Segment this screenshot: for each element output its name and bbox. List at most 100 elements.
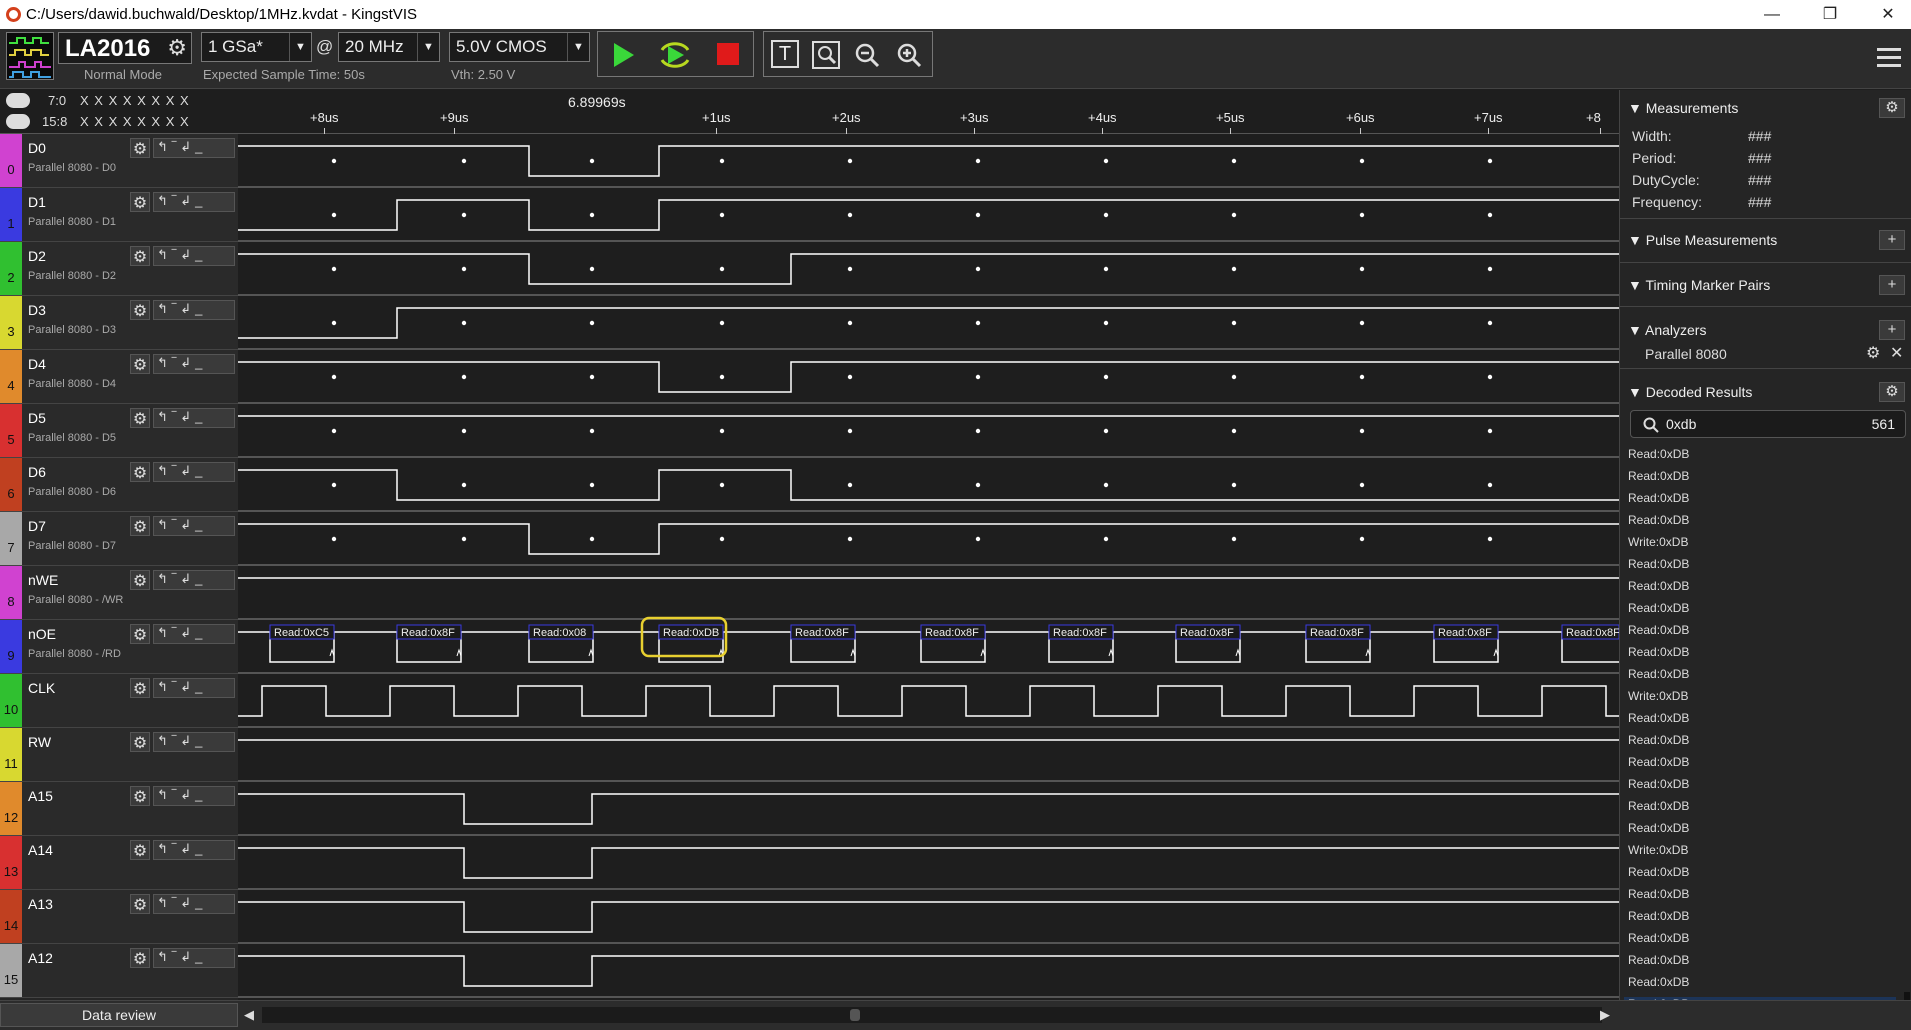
channel-name[interactable]: D2 [28,248,46,264]
channel-name[interactable]: D0 [28,140,46,156]
play-icon[interactable] [612,42,636,68]
channel-row[interactable]: 0 D0 Parallel 8080 - D0 ⚙ ↰‾↲_ [0,134,238,188]
decoded-result-item[interactable]: Read:0xDB [1628,777,1689,791]
decoded-result-item[interactable]: Read:0xDB [1628,711,1689,725]
device-icon[interactable] [6,32,54,80]
trigger-edge-icons[interactable]: ↰‾↲_ [153,246,235,266]
trigger-edge-icons[interactable]: ↰‾↲_ [153,138,235,158]
channel-name[interactable]: D6 [28,464,46,480]
channel-row[interactable]: 5 D5 Parallel 8080 - D5 ⚙ ↰‾↲_ [0,404,238,458]
decoded-result-item[interactable]: Read:0xDB [1628,953,1689,967]
decoded-result-item[interactable]: Read:0xDB [1628,821,1689,835]
channel-row[interactable]: 10 CLK ⚙ ↰‾↲_ [0,674,238,728]
trigger-edge-icons[interactable]: ↰‾↲_ [153,732,235,752]
menu-icon[interactable] [1876,45,1902,71]
channel-name[interactable]: A15 [28,788,53,804]
channel-row[interactable]: 11 RW ⚙ ↰‾↲_ [0,728,238,782]
analyzer-item[interactable]: Parallel 8080 [1645,346,1727,362]
channel-name[interactable]: RW [28,734,51,750]
channel-name[interactable]: D3 [28,302,46,318]
channel-row[interactable]: 6 D6 Parallel 8080 - D6 ⚙ ↰‾↲_ [0,458,238,512]
channel-name[interactable]: A13 [28,896,53,912]
decoded-result-item[interactable]: Read:0xDB [1628,447,1689,461]
trigger-edge-icons[interactable]: ↰‾↲_ [153,192,235,212]
trigger-edge-icons[interactable]: ↰‾↲_ [153,354,235,374]
channel-row[interactable]: 1 D1 Parallel 8080 - D1 ⚙ ↰‾↲_ [0,188,238,242]
minimize-button[interactable]: — [1749,0,1795,29]
trigger-edge-icons[interactable]: ↰‾↲_ [153,786,235,806]
trigger-edge-icons[interactable]: ↰‾↲_ [153,678,235,698]
decoded-result-item[interactable]: Read:0xDB [1628,557,1689,571]
trigger-edge-icons[interactable]: ↰‾↲_ [153,840,235,860]
analyzers-header[interactable]: ▼ Analyzers [1628,322,1706,338]
decoded-result-item[interactable]: Read:0xDB [1628,667,1689,681]
decoded-result-item[interactable]: Read:0xDB [1628,469,1689,483]
channel-row[interactable]: 2 D2 Parallel 8080 - D2 ⚙ ↰‾↲_ [0,242,238,296]
channel-name[interactable]: A12 [28,950,53,966]
channel-row[interactable]: 12 A15 ⚙ ↰‾↲_ [0,782,238,836]
decoded-result-item[interactable]: Read:0xDB [1628,887,1689,901]
add-timing-button[interactable]: + [1879,275,1905,295]
channel-settings-icon[interactable]: ⚙ [130,138,150,158]
zoom-in-icon[interactable] [895,41,923,69]
channel-name[interactable]: nOE [28,626,56,642]
close-button[interactable]: ✕ [1865,0,1911,29]
decoded-result-item[interactable]: Read:0xDB [1628,623,1689,637]
decoded-result-item[interactable]: Read:0xDB [1628,975,1689,989]
channel-settings-icon[interactable]: ⚙ [130,624,150,644]
measurements-settings-icon[interactable]: ⚙ [1879,98,1905,118]
trigger-edge-icons[interactable]: ↰‾↲_ [153,300,235,320]
channel-row[interactable]: 13 A14 ⚙ ↰‾↲_ [0,836,238,890]
channel-settings-icon[interactable]: ⚙ [130,732,150,752]
channel-name[interactable]: CLK [28,680,55,696]
time-ruler[interactable]: 6.89969s +8us +9us +1us +2us +3us +4us +5us +6u… [238,90,1619,134]
decoded-result-item[interactable]: Read:0xDB [1628,645,1689,659]
decoded-result-item[interactable]: Write:0xDB [1628,535,1688,549]
channel-settings-icon[interactable]: ⚙ [130,354,150,374]
channel-settings-icon[interactable]: ⚙ [130,246,150,266]
decoded-results-header[interactable]: ▼ Decoded Results [1628,384,1752,400]
decoded-result-item[interactable]: Read:0xDB [1628,755,1689,769]
channel-name[interactable]: D5 [28,410,46,426]
decoded-result-item[interactable]: Read:0xDB [1628,601,1689,615]
trigger-edge-icons[interactable]: ↰‾↲_ [153,570,235,590]
channel-row[interactable]: 3 D3 Parallel 8080 - D3 ⚙ ↰‾↲_ [0,296,238,350]
channel-settings-icon[interactable]: ⚙ [130,948,150,968]
voltage-select[interactable]: 5.0V CMOS ▼ [449,32,590,62]
scroll-right-icon[interactable]: ▶ [1600,1007,1610,1023]
group1-toggle[interactable] [6,93,30,108]
device-selector[interactable]: LA2016 ⚙ [58,32,192,64]
add-analyzer-button[interactable]: + [1879,320,1905,340]
sample-rate-select[interactable]: 1 GSa* ▼ [201,32,312,62]
decoded-result-item[interactable]: Read:0xDB [1628,865,1689,879]
decoded-result-item[interactable]: Read:0xDB [1628,579,1689,593]
channel-settings-icon[interactable]: ⚙ [130,678,150,698]
data-review-button[interactable]: Data review [0,1003,238,1027]
scrollbar-thumb[interactable] [850,1009,860,1021]
trigger-edge-icons[interactable]: ↰‾↲_ [153,462,235,482]
pulse-measurements-header[interactable]: ▼ Pulse Measurements [1628,232,1777,248]
decoded-result-item[interactable]: Read:0xDB [1628,931,1689,945]
channel-row[interactable]: 8 nWE Parallel 8080 - /WR ⚙ ↰‾↲_ [0,566,238,620]
zoom-out-icon[interactable] [853,41,881,69]
channel-settings-icon[interactable]: ⚙ [130,300,150,320]
trigger-edge-icons[interactable]: ↰‾↲_ [153,516,235,536]
channel-name[interactable]: D4 [28,356,46,372]
analyzer-settings-icon[interactable]: ⚙ [1866,343,1880,363]
channel-settings-icon[interactable]: ⚙ [130,840,150,860]
trigger-edge-icons[interactable]: ↰‾↲_ [153,948,235,968]
add-pulse-button[interactable]: + [1879,230,1905,250]
decoded-result-item[interactable]: Read:0xDB [1628,513,1689,527]
channel-row[interactable]: 4 D4 Parallel 8080 - D4 ⚙ ↰‾↲_ [0,350,238,404]
channel-settings-icon[interactable]: ⚙ [130,408,150,428]
channel-settings-icon[interactable]: ⚙ [130,462,150,482]
trigger-edge-icons[interactable]: ↰‾↲_ [153,894,235,914]
channel-settings-icon[interactable]: ⚙ [130,570,150,590]
stop-icon[interactable] [717,43,739,65]
trigger-edge-icons[interactable]: ↰‾↲_ [153,624,235,644]
frequency-select[interactable]: 20 MHz ▼ [338,32,440,62]
decoded-result-item[interactable]: Write:0xDB [1628,843,1688,857]
decoded-result-item[interactable]: Write:0xDB [1628,689,1688,703]
channel-settings-icon[interactable]: ⚙ [130,192,150,212]
device-settings-icon[interactable]: ⚙ [167,35,187,61]
